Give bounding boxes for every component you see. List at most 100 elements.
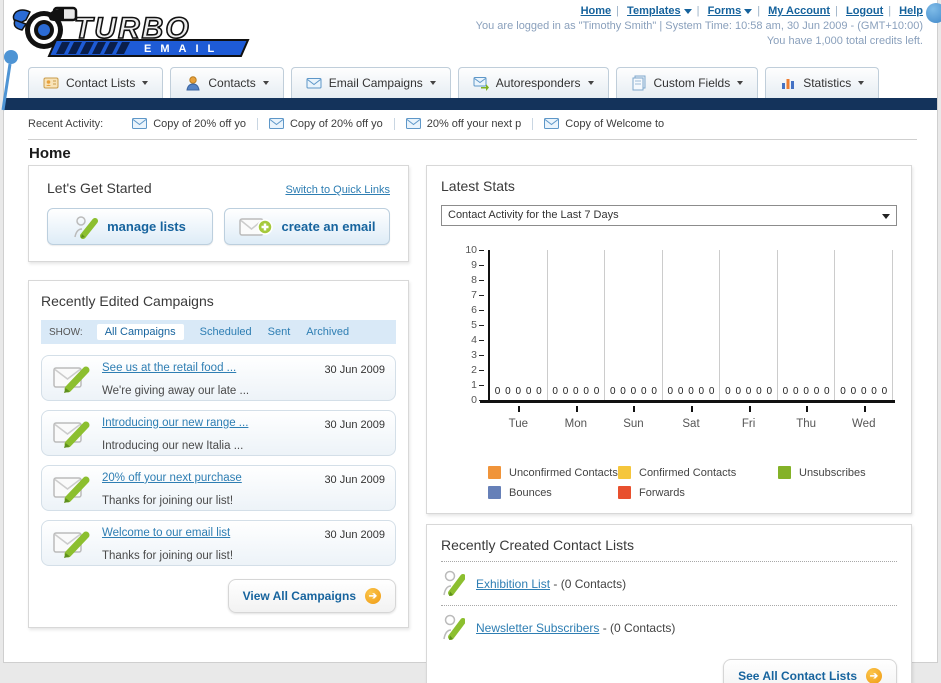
recent-activity-item[interactable]: 20% off your next p <box>393 117 533 130</box>
value-label: 0 <box>688 386 694 397</box>
x-tick-mark <box>863 406 866 412</box>
campaign-filter[interactable]: Archived <box>306 326 349 338</box>
value-label: 0 <box>536 386 542 397</box>
get-started-title: Let's Get Started <box>47 180 152 196</box>
chart-day-group: 0 0 0 0 0 Fri <box>720 250 778 430</box>
right-column: Latest Stats Contact Activity for the La… <box>426 165 912 683</box>
campaign-title[interactable]: Introducing our new range ... <box>102 417 248 429</box>
campaign-item[interactable]: See us at the retail food ... We're givi… <box>41 355 396 401</box>
left-column: Let's Get Started Switch to Quick Links … <box>28 165 409 628</box>
contact-list-name[interactable]: Newsletter Subscribers <box>476 621 599 635</box>
autoresponders-icon <box>473 77 489 91</box>
legend-label: Bounces <box>509 486 552 499</box>
campaign-date: 30 Jun 2009 <box>324 474 385 486</box>
x-tick-label: Thu <box>796 418 817 430</box>
view-all-campaigns-button[interactable]: View All Campaigns ➔ <box>227 579 396 613</box>
get-started-panel: Let's Get Started Switch to Quick Links … <box>28 165 409 262</box>
campaign-title[interactable]: Welcome to our email list <box>102 527 230 539</box>
y-tick-mark <box>479 294 484 296</box>
legend-label: Confirmed Contacts <box>639 466 737 479</box>
value-label: 0 <box>860 386 867 397</box>
legend-item: Unconfirmed Contacts <box>488 466 618 479</box>
tab-contacts[interactable]: Contacts <box>170 67 284 98</box>
value-label: 0 <box>871 386 877 397</box>
tab-contact-lists[interactable]: Contact Lists <box>28 67 164 98</box>
see-all-contact-lists-button[interactable]: See All Contact Lists ➔ <box>723 659 897 683</box>
tab-statistics[interactable]: Statistics <box>765 67 880 98</box>
value-labels: 00000 <box>605 386 662 397</box>
y-tick-label: 3 <box>471 349 477 361</box>
manage-lists-button[interactable]: manage lists <box>47 208 213 245</box>
legend-item: Forwards <box>618 486 778 499</box>
campaign-title[interactable]: See us at the retail food ... <box>102 362 236 374</box>
nav-link-my-account[interactable]: My Account <box>768 5 830 17</box>
value-label: 0 <box>525 386 532 397</box>
contact-list-item[interactable]: Newsletter Subscribers - (0 Contacts) <box>441 606 897 649</box>
switch-quick-links-link[interactable]: Switch to Quick Links <box>285 184 390 196</box>
custom-fields-icon <box>632 75 646 91</box>
nav-link-logout[interactable]: Logout <box>846 5 883 17</box>
value-label: 0 <box>735 386 741 397</box>
contact-activity-chart: 0 1 2 3 4 5 6 7 8 9 10 0 0 0 0 0 Tue 0 0 0 0 0 Mon 0 0 0 0 0 Sun 0 0 0… <box>441 244 897 436</box>
legend-swatch <box>778 466 791 479</box>
legend-item: Confirmed Contacts <box>618 466 778 479</box>
campaign-item[interactable]: Introducing our new range ... Introducin… <box>41 410 396 456</box>
dropdown-value: Contact Activity for the Last 7 Days <box>448 209 619 221</box>
value-labels: 00000 <box>548 386 605 397</box>
contact-list-item[interactable]: Exhibition List - (0 Contacts) <box>441 562 897 606</box>
campaign-item[interactable]: Welcome to our email list Thanks for joi… <box>41 520 396 566</box>
chevron-down-icon <box>429 81 436 85</box>
contact-list-detail: - (0 Contacts) <box>553 576 627 591</box>
nav-link-home[interactable]: Home <box>581 5 612 17</box>
button-label: See All Contact Lists <box>738 669 857 683</box>
value-label: 0 <box>620 386 626 397</box>
nav-link-forms[interactable]: Forms <box>708 5 742 17</box>
campaigns-title: Recently Edited Campaigns <box>41 293 214 309</box>
y-tick-mark <box>479 249 484 251</box>
recent-activity-item[interactable]: Copy of 20% off yo <box>121 118 257 130</box>
value-label: 0 <box>824 386 830 397</box>
campaign-filter[interactable]: Scheduled <box>200 326 252 338</box>
envelope-pencil-icon <box>53 421 90 448</box>
tab-autoresponders[interactable]: Autoresponders <box>457 67 609 98</box>
campaign-filter[interactable]: Sent <box>268 326 291 338</box>
x-tick-mark <box>806 406 809 412</box>
recent-activity-item[interactable]: Copy of 20% off yo <box>256 117 394 130</box>
value-labels: 00000 <box>835 386 892 397</box>
campaign-date: 30 Jun 2009 <box>324 529 385 541</box>
mail-icon <box>132 118 148 129</box>
envelope-pencil-icon <box>53 531 90 558</box>
campaign-item[interactable]: 20% off your next purchase Thanks for jo… <box>41 465 396 511</box>
nav-link-templates[interactable]: Templates <box>627 5 681 17</box>
chart-plot-area: 0 0 0 0 0 Tue 0 0 0 0 0 Mon 0 0 0 0 0 Sun 0 0 0 0 0 Sat 0 0 0 0 0 Fri… <box>488 250 894 430</box>
nav-separator: | <box>835 5 838 17</box>
nav-link-help[interactable]: Help <box>899 5 923 17</box>
x-tick-label: Fri <box>741 418 756 430</box>
button-label: manage lists <box>107 219 186 234</box>
chevron-down-icon <box>882 214 890 219</box>
stats-period-dropdown[interactable]: Contact Activity for the Last 7 Days <box>441 205 897 226</box>
contact-lists-title: Recently Created Contact Lists <box>441 537 897 562</box>
tab-email-campaigns[interactable]: Email Campaigns <box>290 67 451 98</box>
tab-custom-fields[interactable]: Custom Fields <box>615 67 759 98</box>
chevron-down-icon <box>262 81 269 85</box>
value-label: 0 <box>573 386 579 397</box>
value-label: 0 <box>850 386 857 397</box>
campaign-subtitle: We're giving away our late ... <box>102 385 250 397</box>
campaign-filter[interactable]: All Campaigns <box>96 324 184 340</box>
y-tick-label: 0 <box>471 394 477 406</box>
value-label: 0 <box>562 386 569 397</box>
legend-item: Bounces <box>488 486 618 499</box>
value-label: 0 <box>708 386 715 397</box>
chevron-down-icon <box>683 8 692 14</box>
filters: All Campaigns Scheduled Sent Archived <box>96 324 349 340</box>
create-email-button[interactable]: create an email <box>224 208 390 245</box>
y-tick-label: 9 <box>471 259 477 271</box>
app-logo: TURBO EMAIL <box>12 4 270 65</box>
recent-activity-item[interactable]: Copy of Welcome to <box>532 117 675 130</box>
chart-x-axis-line <box>480 400 895 403</box>
legend-swatch <box>488 466 501 479</box>
campaign-title[interactable]: 20% off your next purchase <box>102 472 242 484</box>
contact-list-name[interactable]: Exhibition List <box>476 577 550 591</box>
person-pencil-icon <box>443 614 465 640</box>
